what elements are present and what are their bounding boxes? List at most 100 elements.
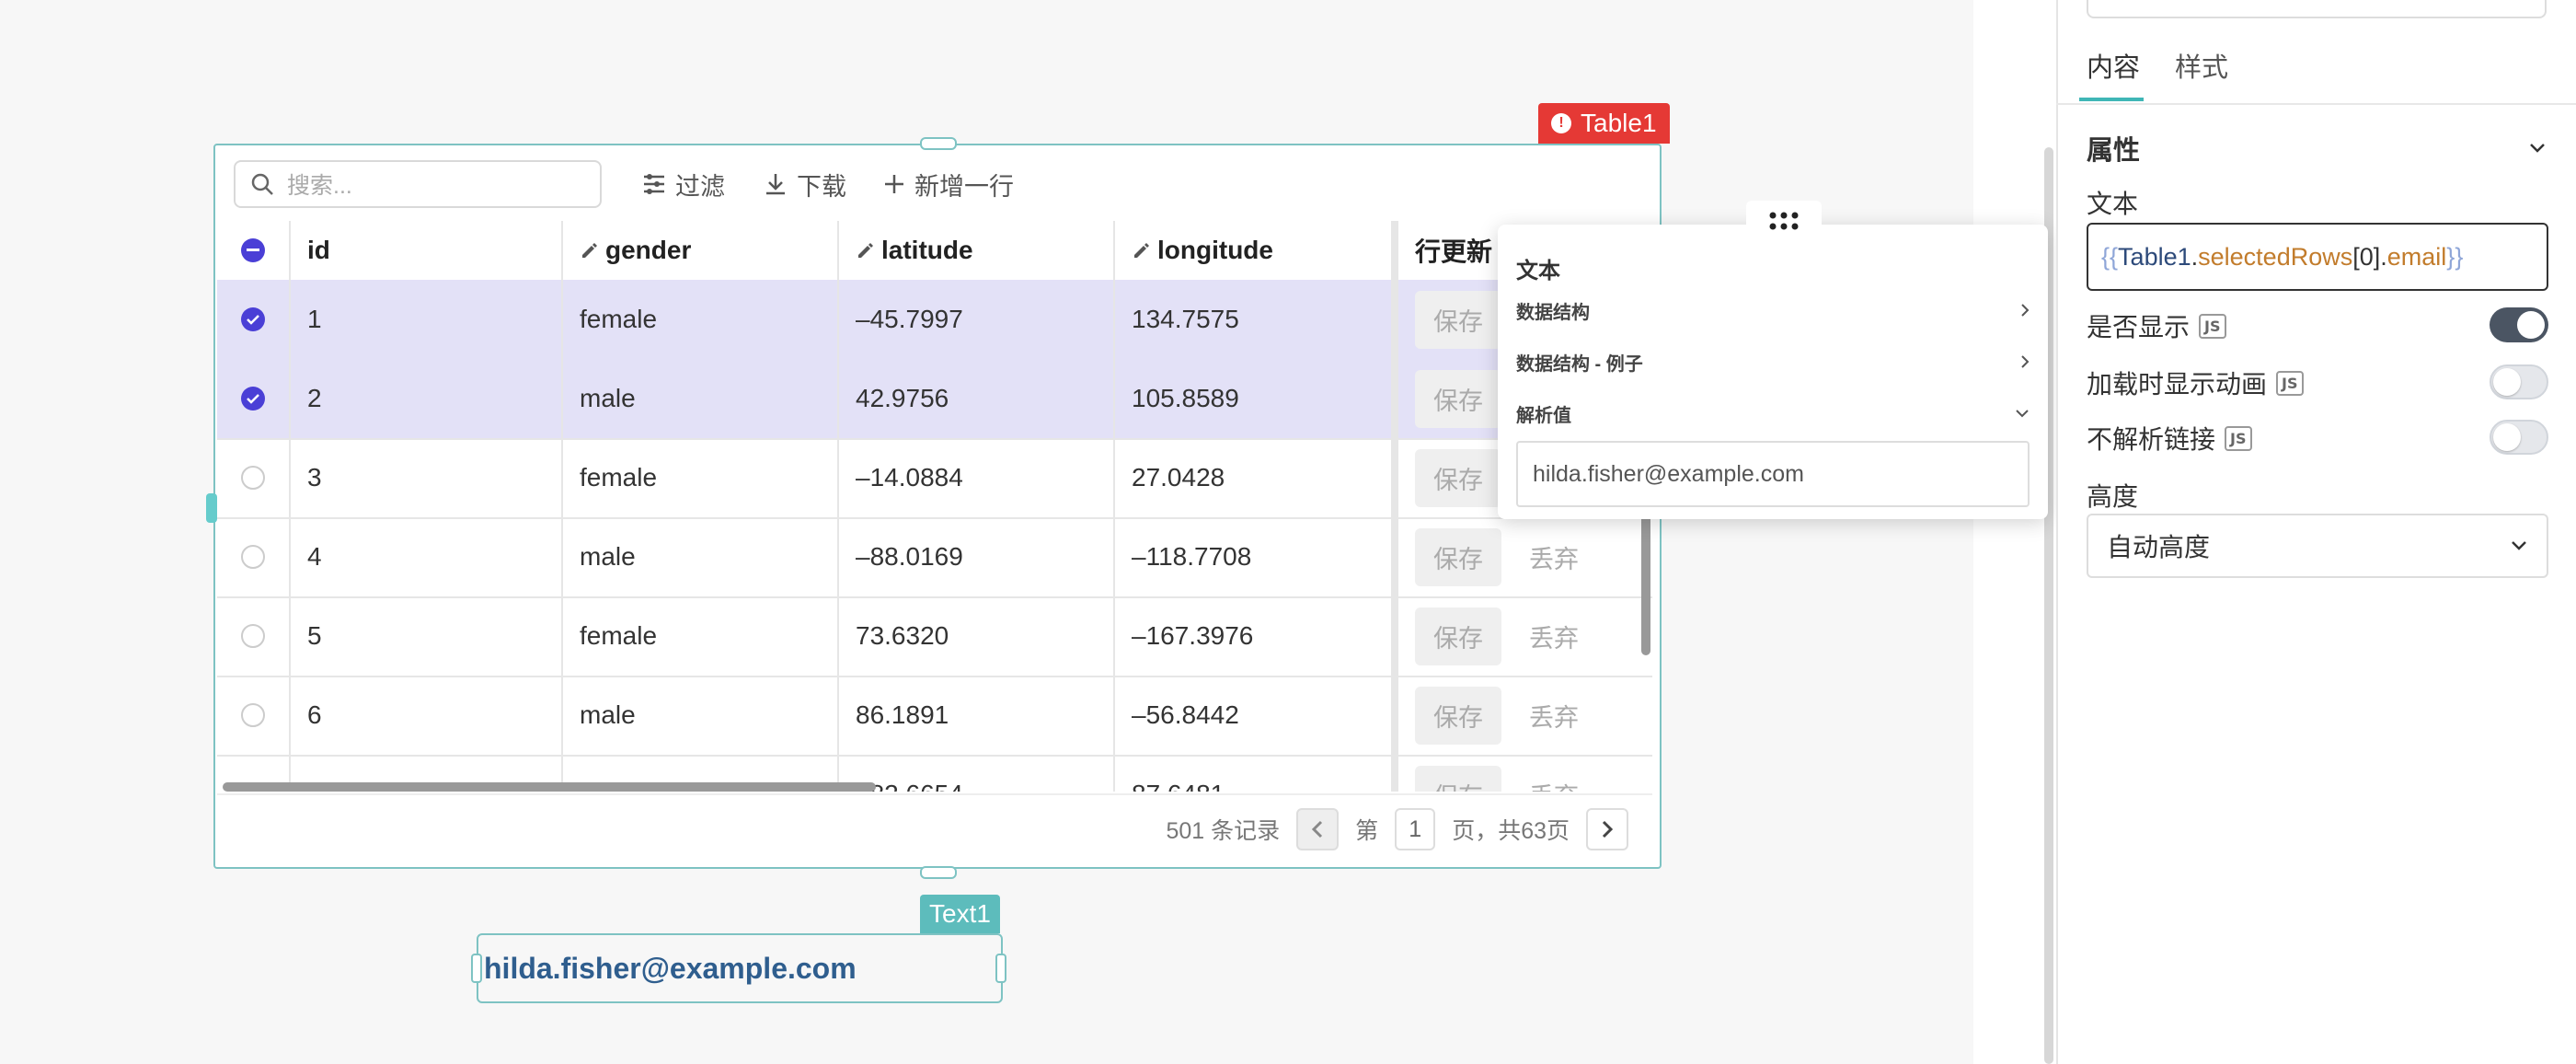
download-button[interactable]: 下载 xyxy=(764,164,846,204)
cell-gender[interactable]: female xyxy=(563,280,839,359)
visible-toggle[interactable] xyxy=(2490,307,2548,342)
cell-id[interactable]: 5 xyxy=(291,596,563,676)
table-row[interactable]: 1female–45.7997134.7575保存丢弃 xyxy=(217,280,1652,361)
row-checkbox[interactable] xyxy=(241,307,265,331)
property-search-input[interactable] xyxy=(2087,0,2547,18)
js-badge[interactable]: JS xyxy=(2276,370,2304,396)
section-header-properties[interactable]: 属性 xyxy=(2087,129,2547,168)
resize-handle-bottom[interactable] xyxy=(920,866,957,879)
table-row[interactable]: 6 male 86.1891 –56.8442 保存 丢弃 xyxy=(217,676,1652,757)
row-checkbox[interactable] xyxy=(241,703,265,727)
text-widget-tag[interactable]: Text1 xyxy=(920,895,1000,933)
cell-latitude[interactable]: 86.1891 xyxy=(839,676,1115,755)
row-checkbox[interactable] xyxy=(241,387,265,411)
cell-id[interactable]: 3 xyxy=(291,438,563,517)
discard-row-button[interactable]: 丢弃 xyxy=(1529,539,1579,575)
row-checkbox[interactable] xyxy=(241,466,265,490)
row-checkbox-cell[interactable] xyxy=(217,438,291,517)
popover-row-structure-example[interactable]: 数据结构 - 例子 xyxy=(1516,336,2030,387)
cell-longitude[interactable]: –118.7708 xyxy=(1115,517,1393,596)
cell-latitude[interactable]: –14.0884 xyxy=(839,438,1115,517)
cell-longitude[interactable]: –167.3976 xyxy=(1115,596,1393,676)
disable-link-toggle[interactable] xyxy=(2490,420,2548,455)
table-row[interactable]: 4 male –88.0169 –118.7708 保存 丢弃 xyxy=(217,517,1652,598)
save-row-button[interactable]: 保存 xyxy=(1415,765,1501,792)
text-resize-handle-left[interactable] xyxy=(471,954,482,983)
cell-gender[interactable]: male xyxy=(563,359,839,438)
cell-gender[interactable]: male xyxy=(563,676,839,755)
save-row-button[interactable]: 保存 xyxy=(1415,686,1501,745)
table-row[interactable]: 5 female 73.6320 –167.3976 保存 丢弃 xyxy=(217,596,1652,677)
cell-value: male xyxy=(580,542,636,571)
cell-id[interactable]: 4 xyxy=(291,517,563,596)
cell-longitude[interactable]: –56.8442 xyxy=(1115,676,1393,755)
row-checkbox-cell[interactable] xyxy=(217,517,291,596)
code-token: . xyxy=(2380,242,2387,271)
next-page-button[interactable] xyxy=(1586,808,1628,850)
cell-gender[interactable]: male xyxy=(563,517,839,596)
cell-gender[interactable]: female xyxy=(563,596,839,676)
row-checkbox-cell[interactable] xyxy=(217,676,291,755)
cell-latitude[interactable]: 73.6320 xyxy=(839,596,1115,676)
table-row[interactable]: 2male42.9756105.8589保存丢弃 xyxy=(217,359,1652,440)
table-widget-tag[interactable]: ! Table1 xyxy=(1538,103,1670,144)
text-resize-handle-right[interactable] xyxy=(995,954,1006,983)
animate-loading-toggle[interactable] xyxy=(2490,364,2548,399)
js-badge[interactable]: JS xyxy=(2225,425,2252,451)
filter-button[interactable]: 过滤 xyxy=(642,164,725,204)
popover-row-evaluated[interactable]: 解析值 xyxy=(1516,387,2030,439)
save-row-button[interactable]: 保存 xyxy=(1415,369,1501,428)
row-checkbox-cell[interactable] xyxy=(217,596,291,676)
cell-id[interactable]: 1 xyxy=(291,280,563,359)
prev-page-button[interactable] xyxy=(1296,808,1340,850)
drag-handle-icon[interactable] xyxy=(1746,201,1822,241)
text-widget[interactable]: hilda.fisher@example.com xyxy=(477,933,1003,1003)
add-row-button[interactable]: 新增一行 xyxy=(883,164,1014,204)
discard-row-button[interactable]: 丢弃 xyxy=(1529,777,1579,792)
resize-handle-left[interactable] xyxy=(206,493,217,523)
row-checkbox-cell[interactable] xyxy=(217,280,291,359)
cell-longitude[interactable]: 134.7575 xyxy=(1115,280,1393,359)
popover-row-structure[interactable]: 数据结构 xyxy=(1516,284,2030,336)
table-header-row: id gender latitude longitude 行更新 xyxy=(217,221,1652,282)
save-row-button[interactable]: 保存 xyxy=(1415,290,1501,349)
row-checkbox[interactable] xyxy=(241,624,265,648)
row-checkbox[interactable] xyxy=(241,545,265,569)
cell-latitude[interactable]: 42.9756 xyxy=(839,359,1115,438)
column-header-longitude[interactable]: longitude xyxy=(1115,221,1393,280)
column-header-gender[interactable]: gender xyxy=(563,221,839,280)
column-header-id[interactable]: id xyxy=(291,221,563,280)
cell-longitude[interactable]: 105.8589 xyxy=(1115,359,1393,438)
tab-content[interactable]: 内容 xyxy=(2087,46,2140,85)
cell-gender[interactable]: female xyxy=(563,438,839,517)
cell-id[interactable]: 2 xyxy=(291,359,563,438)
cell-value: 5 xyxy=(307,621,322,650)
table-horizontal-scrollbar[interactable] xyxy=(223,782,876,792)
page-number-input[interactable]: 1 xyxy=(1395,808,1436,850)
discard-row-button[interactable]: 丢弃 xyxy=(1529,619,1579,654)
cell-longitude[interactable]: 27.0428 xyxy=(1115,438,1393,517)
table-vertical-scrollbar[interactable] xyxy=(1641,497,1650,655)
chevron-down-icon xyxy=(2530,144,2545,153)
text-binding-editor[interactable]: {{Table1. selectedRows [0]. email}} xyxy=(2087,223,2548,291)
discard-row-button[interactable]: 丢弃 xyxy=(1529,698,1579,734)
table-search-input[interactable]: 搜索... xyxy=(234,160,602,208)
select-all-checkbox-cell[interactable] xyxy=(217,221,291,280)
save-row-button[interactable]: 保存 xyxy=(1415,527,1501,586)
cell-latitude[interactable]: –88.0169 xyxy=(839,517,1115,596)
cell-latitude[interactable]: –82.6654 xyxy=(839,755,1115,792)
cell-value: –14.0884 xyxy=(856,463,963,492)
tab-style[interactable]: 样式 xyxy=(2175,46,2228,85)
js-badge[interactable]: JS xyxy=(2199,313,2226,339)
table-row[interactable]: 3female–14.088427.0428保存丢弃 xyxy=(217,438,1652,519)
row-checkbox-cell[interactable] xyxy=(217,359,291,438)
cell-id[interactable]: 6 xyxy=(291,676,563,755)
select-all-checkbox[interactable] xyxy=(241,238,265,262)
save-row-button[interactable]: 保存 xyxy=(1415,607,1501,665)
save-row-button[interactable]: 保存 xyxy=(1415,448,1501,507)
height-select[interactable]: 自动高度 xyxy=(2087,514,2548,578)
column-header-latitude[interactable]: latitude xyxy=(839,221,1115,280)
cell-latitude[interactable]: –45.7997 xyxy=(839,280,1115,359)
resize-handle-top[interactable] xyxy=(920,137,957,150)
cell-longitude[interactable]: 87.6481 xyxy=(1115,755,1393,792)
